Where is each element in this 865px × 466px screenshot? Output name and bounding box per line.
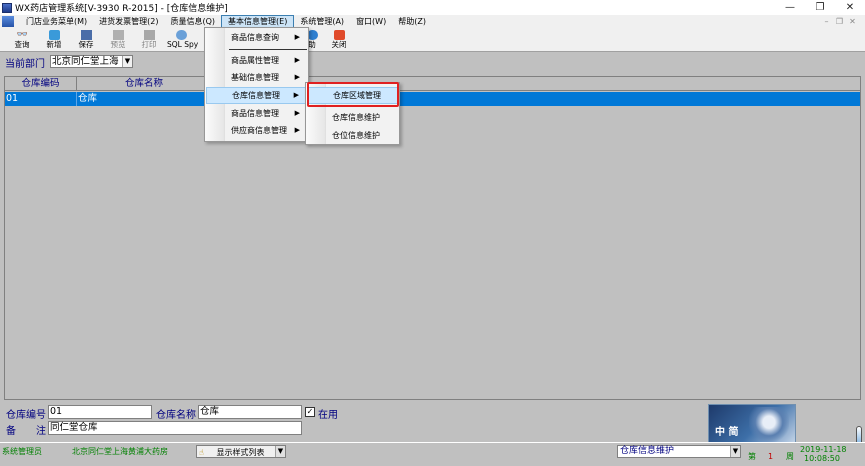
window-name-select[interactable]: 仓库信息维护 ▼ — [617, 445, 741, 458]
table-row[interactable]: 01 仓库 — [5, 92, 860, 106]
department-value: 北京同仁堂上海 — [52, 56, 119, 67]
close-window-button[interactable]: ✕ — [835, 0, 865, 15]
department-label: 当前部门 — [5, 59, 45, 70]
add-record-icon — [48, 30, 60, 40]
code-field[interactable]: 01 — [48, 405, 152, 419]
status-time: 10:08:50 — [804, 454, 840, 463]
display-mode-select[interactable]: ☝ 显示样式列表 ▼ — [196, 445, 286, 458]
ime-indicator: 中 简 — [715, 427, 739, 438]
menu-window[interactable]: 窗口(W) — [350, 15, 392, 28]
menu-item-warehouse-info[interactable]: 仓库信息管理 ▶ — [206, 87, 307, 104]
add-button[interactable]: 新增 — [40, 29, 68, 51]
submenu-arrow-icon: ▶ — [294, 33, 300, 41]
window-controls: — ❐ ✕ — [775, 0, 865, 15]
ime-avatar-widget[interactable]: 中 简 — [708, 404, 796, 446]
preview-button[interactable]: 预览 — [104, 29, 132, 51]
save-icon — [80, 30, 92, 40]
menu-item-product-attr[interactable]: 商品属性管理 ▶ — [206, 52, 307, 69]
hand-pointer-icon: ☝ — [199, 448, 204, 457]
app-icon — [2, 2, 12, 13]
display-mode-value: 显示样式列表 — [216, 448, 265, 457]
mdi-minimize-button[interactable]: – — [820, 15, 833, 28]
close-icon — [333, 30, 345, 40]
submenu-arrow-icon: ▶ — [293, 91, 299, 99]
mdi-restore-button[interactable]: ❐ — [833, 15, 846, 28]
submenu-arrow-icon: ▶ — [294, 109, 300, 117]
chevron-down-icon[interactable]: ▼ — [122, 56, 132, 67]
menu-separator — [229, 49, 307, 50]
preview-icon — [112, 30, 124, 40]
remark-field[interactable]: 同仁堂仓库 — [48, 421, 302, 435]
menu-purchase-invoice[interactable]: 进货发票管理(2) — [93, 15, 164, 28]
status-user: 系统管理员 — [2, 447, 42, 456]
mdi-close-button[interactable]: ✕ — [846, 15, 859, 28]
remark-label-2: 注 — [36, 426, 46, 437]
department-select[interactable]: 北京同仁堂上海 ▼ — [50, 55, 133, 68]
submenu-arrow-icon: ▶ — [294, 73, 300, 81]
window-name-value: 仓库信息维护 — [620, 446, 675, 456]
menu-item-product-query[interactable]: 商品信息查询 ▶ — [206, 29, 307, 46]
week-number: 1 — [768, 452, 774, 461]
highlight-annotation — [307, 82, 399, 107]
code-label: 仓库编号 — [6, 410, 46, 421]
close-button[interactable]: 关闭 — [325, 29, 353, 51]
status-store: 北京同仁堂上海黄浦大药房 — [72, 447, 168, 456]
title-bar: WX药店管理系统[V-3930 R-2015] - [仓库信息维护] — ❐ ✕ — [0, 0, 865, 15]
sqlspy-button[interactable]: SQL Spy — [167, 29, 198, 51]
character-avatar-icon — [749, 407, 789, 445]
binoculars-icon: 👓 — [16, 30, 28, 40]
menu-item-supplier[interactable]: 供应商信息管理 ▶ — [206, 122, 307, 139]
warehouse-grid: 仓库编码 仓库名称 01 仓库 — [4, 76, 861, 400]
name-field[interactable]: 仓库 — [198, 405, 302, 419]
window-title: WX药店管理系统[V-3930 R-2015] - [仓库信息维护] — [15, 4, 228, 14]
menu-item-base-info[interactable]: 基础信息管理 ▶ — [206, 69, 307, 86]
menu-help[interactable]: 帮助(Z) — [392, 15, 432, 28]
submenu-arrow-icon: ▶ — [294, 126, 300, 134]
name-label: 仓库名称 — [156, 410, 196, 421]
remark-label-1: 备 — [6, 426, 16, 437]
mdi-controls: – ❐ ✕ — [820, 15, 859, 28]
basic-info-dropdown: 商品信息查询 ▶ 商品属性管理 ▶ 基础信息管理 ▶ 仓库信息管理 ▶ 商品信息管理 ▶ … — [204, 27, 309, 142]
menu-bar: 门店业务菜单(M) 进货发票管理(2) 质量信息(Q) 基本信息管理(E) 系统… — [0, 15, 865, 28]
menu-item-warehouse-maint[interactable]: 仓库信息维护 — [307, 109, 398, 126]
column-header-name[interactable]: 仓库名称 — [77, 77, 212, 91]
chevron-down-icon[interactable]: ▼ — [730, 446, 740, 457]
save-button[interactable]: 保存 — [72, 29, 100, 51]
menu-item-location-maint[interactable]: 仓位信息维护 — [307, 127, 398, 144]
app-window: WX药店管理系统[V-3930 R-2015] - [仓库信息维护] — ❐ ✕… — [0, 0, 865, 466]
submenu-arrow-icon: ▶ — [294, 56, 300, 64]
print-button[interactable]: 打印 — [135, 29, 163, 51]
status-bar: 系统管理员 北京同仁堂上海黄浦大药房 ☝ 显示样式列表 ▼ 仓库信息维护 ▼ 第… — [0, 442, 865, 466]
maximize-button[interactable]: ❐ — [805, 0, 835, 15]
enabled-checkbox[interactable]: ✓ — [305, 407, 315, 417]
menu-item-product-manage[interactable]: 商品信息管理 ▶ — [206, 105, 307, 122]
week-label: 第 — [748, 452, 756, 461]
menu-store-business[interactable]: 门店业务菜单(M) — [20, 15, 93, 28]
query-button[interactable]: 👓 查询 — [8, 29, 36, 51]
sql-spy-icon — [175, 30, 187, 40]
cell-name: 仓库 — [77, 92, 212, 106]
department-bar: 当前部门 北京同仁堂上海 ▼ — [0, 52, 865, 72]
mdi-child-icon[interactable] — [2, 16, 14, 27]
cell-code: 01 — [5, 92, 77, 106]
toolbar: 👓 查询 新增 保存 预览 打印 SQL Spy 助 关闭 — [0, 28, 865, 52]
enabled-label: 在用 — [318, 410, 338, 421]
grid-header: 仓库编码 仓库名称 — [5, 77, 860, 91]
column-header-code[interactable]: 仓库编码 — [5, 77, 77, 91]
chevron-down-icon[interactable]: ▼ — [275, 446, 285, 457]
printer-icon — [143, 30, 155, 40]
minimize-button[interactable]: — — [775, 0, 805, 15]
week-suffix: 周 — [786, 452, 794, 461]
